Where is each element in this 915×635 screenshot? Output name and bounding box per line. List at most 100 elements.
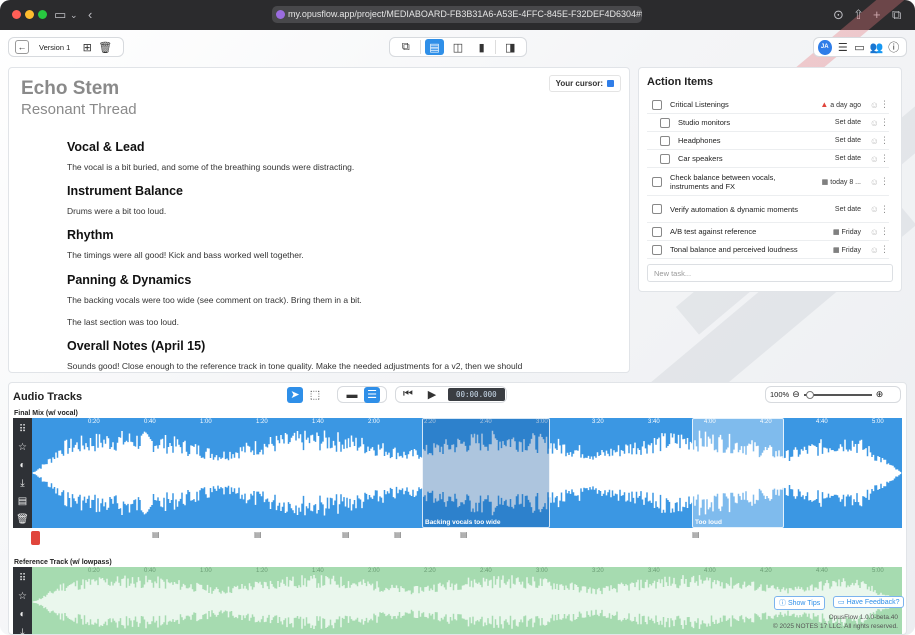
action-item[interactable]: Verify automation & dynamic moments Set d…	[647, 196, 889, 223]
reaction-icon[interactable]: ☺	[870, 177, 879, 187]
playhead[interactable]	[31, 531, 40, 545]
duplicate-view-icon[interactable]: ⧉	[396, 39, 416, 55]
action-item[interactable]: Tonal balance and perceived loudness ▦ Fr…	[647, 241, 889, 259]
feedback-button[interactable]: ▭ Have Feedback?	[833, 596, 905, 608]
task-text[interactable]: Verify automation & dynamic moments	[670, 205, 810, 214]
info-icon[interactable]: ⓘ	[887, 39, 900, 55]
comment-marker-icon[interactable]: ▤	[342, 530, 350, 539]
pointer-tool-icon[interactable]: ➤	[287, 386, 303, 403]
zoom-slider-handle[interactable]	[805, 390, 814, 399]
star-icon[interactable]: ☆	[18, 439, 27, 457]
task-text[interactable]: Headphones	[678, 136, 798, 145]
download-icon[interactable]: ⊙	[833, 6, 844, 24]
more-options-icon[interactable]: ⋮	[880, 117, 889, 128]
task-text[interactable]: Studio monitors	[678, 118, 798, 127]
reaction-icon[interactable]: ☺	[870, 118, 879, 128]
drag-handle-icon[interactable]: ⠿	[19, 570, 26, 588]
comment-region[interactable]: Backing vocals too wide	[422, 418, 550, 528]
task-due-date[interactable]: ▦ Friday	[833, 246, 861, 254]
select-region-icon[interactable]: ⬚	[307, 387, 323, 403]
document-subtitle[interactable]: Resonant Thread	[21, 101, 137, 118]
drag-handle-icon[interactable]: ⠿	[19, 421, 26, 439]
task-due-date[interactable]: Set date	[835, 155, 861, 162]
action-item[interactable]: Car speakers Set date ☺ ⋮	[647, 150, 889, 168]
more-options-icon[interactable]: ⋮	[880, 135, 889, 146]
task-checkbox[interactable]	[660, 153, 670, 164]
play-icon[interactable]: ▶	[422, 387, 442, 403]
trash-icon[interactable]: 🗑	[98, 39, 112, 55]
task-due-date[interactable]: ▦ today 8 ...	[822, 178, 861, 186]
comment-region[interactable]: Too loud	[692, 418, 784, 528]
zoom-slider[interactable]	[803, 390, 872, 399]
more-options-icon[interactable]: ⋮	[880, 204, 889, 215]
reaction-icon[interactable]: ☺	[870, 100, 879, 110]
more-options-icon[interactable]: ⋮	[880, 99, 889, 110]
comment-icon[interactable]: ▭	[853, 39, 866, 55]
task-checkbox[interactable]	[652, 99, 662, 110]
version-label[interactable]: Version 1	[39, 43, 70, 52]
sidebar-toggle-icon[interactable]: ▭	[54, 6, 66, 24]
layout-split-icon[interactable]: ◫	[448, 39, 468, 55]
reaction-icon[interactable]: ☺	[870, 204, 879, 214]
list-icon[interactable]: ☰	[837, 39, 850, 55]
download-icon[interactable]: ⤓	[20, 624, 24, 634]
reaction-icon[interactable]: ☺	[870, 136, 879, 146]
comment-marker-icon[interactable]: ▤	[152, 530, 160, 539]
task-text[interactable]: Tonal balance and perceived loudness	[670, 245, 810, 254]
action-item[interactable]: Studio monitors Set date ☺ ⋮	[647, 114, 889, 132]
comment-icon[interactable]: ▤	[18, 493, 27, 511]
comment-marker-icon[interactable]: ▤	[460, 530, 468, 539]
task-checkbox[interactable]	[652, 244, 662, 255]
new-version-icon[interactable]: ⊞	[80, 39, 94, 55]
document-body[interactable]: Vocal & Lead The vocal is a bit buried, a…	[67, 140, 627, 372]
task-checkbox[interactable]	[652, 176, 662, 187]
reaction-icon[interactable]: ☺	[870, 154, 879, 164]
new-task-input[interactable]: New task...	[647, 264, 893, 282]
comment-marker-icon[interactable]: ▤	[254, 530, 262, 539]
track-1-waveform[interactable]: 0:20 0:40 1:00 1:20 1:40 2:00 2:20 2:40 3:00 3:20…	[32, 418, 902, 528]
palette-icon[interactable]: ◐	[19, 606, 25, 624]
task-text[interactable]: Check balance between vocals, instrument…	[670, 173, 810, 191]
reaction-icon[interactable]: ☺	[870, 245, 879, 255]
chevron-down-icon[interactable]: ⌄	[70, 6, 78, 24]
task-due-date[interactable]: ▦ Friday	[833, 228, 861, 236]
address-bar[interactable]: my.opusflow.app/project/MEDIABOARD-FB3B3…	[272, 6, 642, 23]
zoom-out-icon[interactable]: ⊖	[792, 389, 800, 400]
single-view-icon[interactable]: ▬	[344, 387, 360, 403]
show-tips-button[interactable]: ⓘ Show Tips	[774, 596, 826, 610]
users-icon[interactable]: 👥	[870, 39, 884, 55]
comment-marker-icon[interactable]: ▤	[394, 530, 402, 539]
back-button[interactable]: ←	[15, 40, 29, 54]
task-checkbox[interactable]	[660, 117, 670, 128]
more-options-icon[interactable]: ⋮	[880, 226, 889, 237]
task-due-date[interactable]: ▲ a day ago	[820, 100, 861, 109]
reaction-icon[interactable]: ☺	[870, 227, 879, 237]
document-title[interactable]: Echo Stem	[21, 78, 119, 100]
layout-document-icon[interactable]: ▤	[424, 39, 445, 55]
task-due-date[interactable]: Set date	[835, 206, 861, 213]
track-2-waveform[interactable]: 0:20 0:40 1:00 1:20 1:40 2:00 2:20 2:40 3:00 3:20…	[32, 567, 902, 634]
more-options-icon[interactable]: ⋮	[880, 153, 889, 164]
task-due-date[interactable]: Set date	[835, 119, 861, 126]
download-icon[interactable]: ⤓	[20, 475, 24, 493]
more-options-icon[interactable]: ⋮	[880, 244, 889, 255]
stacked-view-icon[interactable]: ☰	[364, 386, 380, 403]
layout-single-icon[interactable]: ▮	[472, 39, 492, 55]
more-options-icon[interactable]: ⋮	[880, 176, 889, 187]
palette-icon[interactable]: ◐	[19, 457, 25, 475]
task-text[interactable]: Car speakers	[678, 154, 798, 163]
comment-marker-icon[interactable]: ▤	[692, 530, 700, 539]
star-icon[interactable]: ☆	[18, 588, 27, 606]
task-due-date[interactable]: Set date	[835, 137, 861, 144]
task-text[interactable]: Critical Listenings	[670, 100, 810, 109]
action-item[interactable]: A/B test against reference ▦ Friday ☺ ⋮	[647, 223, 889, 241]
task-checkbox[interactable]	[652, 226, 662, 237]
layout-sidebar-icon[interactable]: ◨	[500, 39, 520, 55]
task-text[interactable]: A/B test against reference	[670, 227, 810, 236]
close-window-button[interactable]	[12, 10, 21, 19]
task-checkbox[interactable]	[660, 135, 670, 146]
trash-icon[interactable]: 🗑	[16, 511, 29, 529]
minimize-window-button[interactable]	[25, 10, 34, 19]
avatar[interactable]: JA	[818, 39, 832, 55]
action-item[interactable]: Critical Listenings ▲ a day ago ☺ ⋮	[647, 96, 889, 114]
